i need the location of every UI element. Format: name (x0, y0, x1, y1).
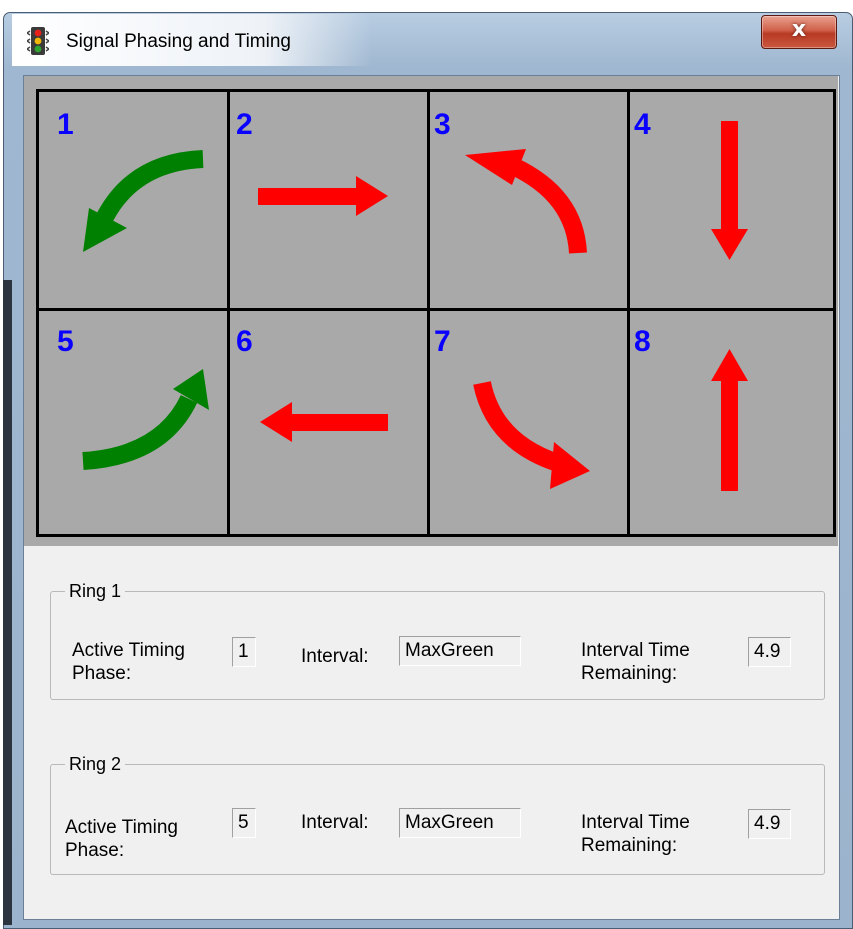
active-phase-value: 5 (232, 808, 256, 838)
close-icon: x (791, 17, 807, 42)
through-arrow-icon (258, 176, 388, 216)
remaining-value: 4.9 (748, 809, 791, 839)
through-arrow-icon (711, 349, 748, 491)
active-phase-label: Active Timing Phase: (65, 816, 178, 862)
label-line: Active Timing (65, 817, 178, 838)
remaining-label: Interval Time Remaining: (581, 811, 690, 857)
window-shadow (3, 280, 12, 925)
label-line: Active Timing (72, 640, 185, 661)
phase-cell-3: 3 (430, 92, 627, 308)
active-phase-label: Active Timing Phase: (72, 639, 185, 685)
label-line: Remaining: (581, 835, 678, 856)
window-title: Signal Phasing and Timing (66, 31, 291, 52)
interval-label: Interval: (301, 812, 369, 833)
label-line: Phase: (65, 840, 125, 861)
interval-value: MaxGreen (399, 808, 521, 838)
label-line: Interval Time (581, 812, 690, 833)
phase-cell-5: 5 (39, 311, 227, 534)
ring-title: Ring 2 (69, 754, 122, 774)
left-turn-arrow-icon (82, 369, 209, 470)
phase-cell-1: 1 (39, 92, 227, 308)
left-turn-arrow-icon (473, 380, 590, 489)
interval-value: MaxGreen (399, 636, 521, 666)
through-arrow-icon (260, 402, 388, 442)
label-line: Interval Time (581, 640, 690, 661)
remaining-value: 4.9 (748, 637, 791, 667)
remaining-label: Interval Time Remaining: (581, 639, 690, 685)
through-arrow-icon (711, 121, 748, 260)
traffic-light-icon (27, 27, 49, 55)
label-line: Phase: (72, 663, 132, 684)
phase-cell-7: 7 (430, 311, 627, 534)
ring-title: Ring 1 (69, 581, 122, 601)
signal-phasing-window: Signal Phasing and Timing x 1 2 3 4 5 6 … (0, 0, 853, 929)
left-turn-arrow-icon (83, 150, 204, 252)
phase-cell-8: 8 (630, 311, 833, 534)
phase-cell-6: 6 (230, 311, 427, 534)
close-button[interactable]: x (761, 15, 837, 49)
phase-grid: 1 2 3 4 5 6 7 8 (36, 89, 836, 537)
left-turn-arrow-icon (465, 149, 587, 254)
phase-cell-4: 4 (630, 92, 833, 308)
label-line: Remaining: (581, 663, 678, 684)
phase-cell-2: 2 (230, 92, 427, 308)
active-phase-value: 1 (232, 637, 256, 667)
interval-label: Interval: (301, 646, 369, 667)
